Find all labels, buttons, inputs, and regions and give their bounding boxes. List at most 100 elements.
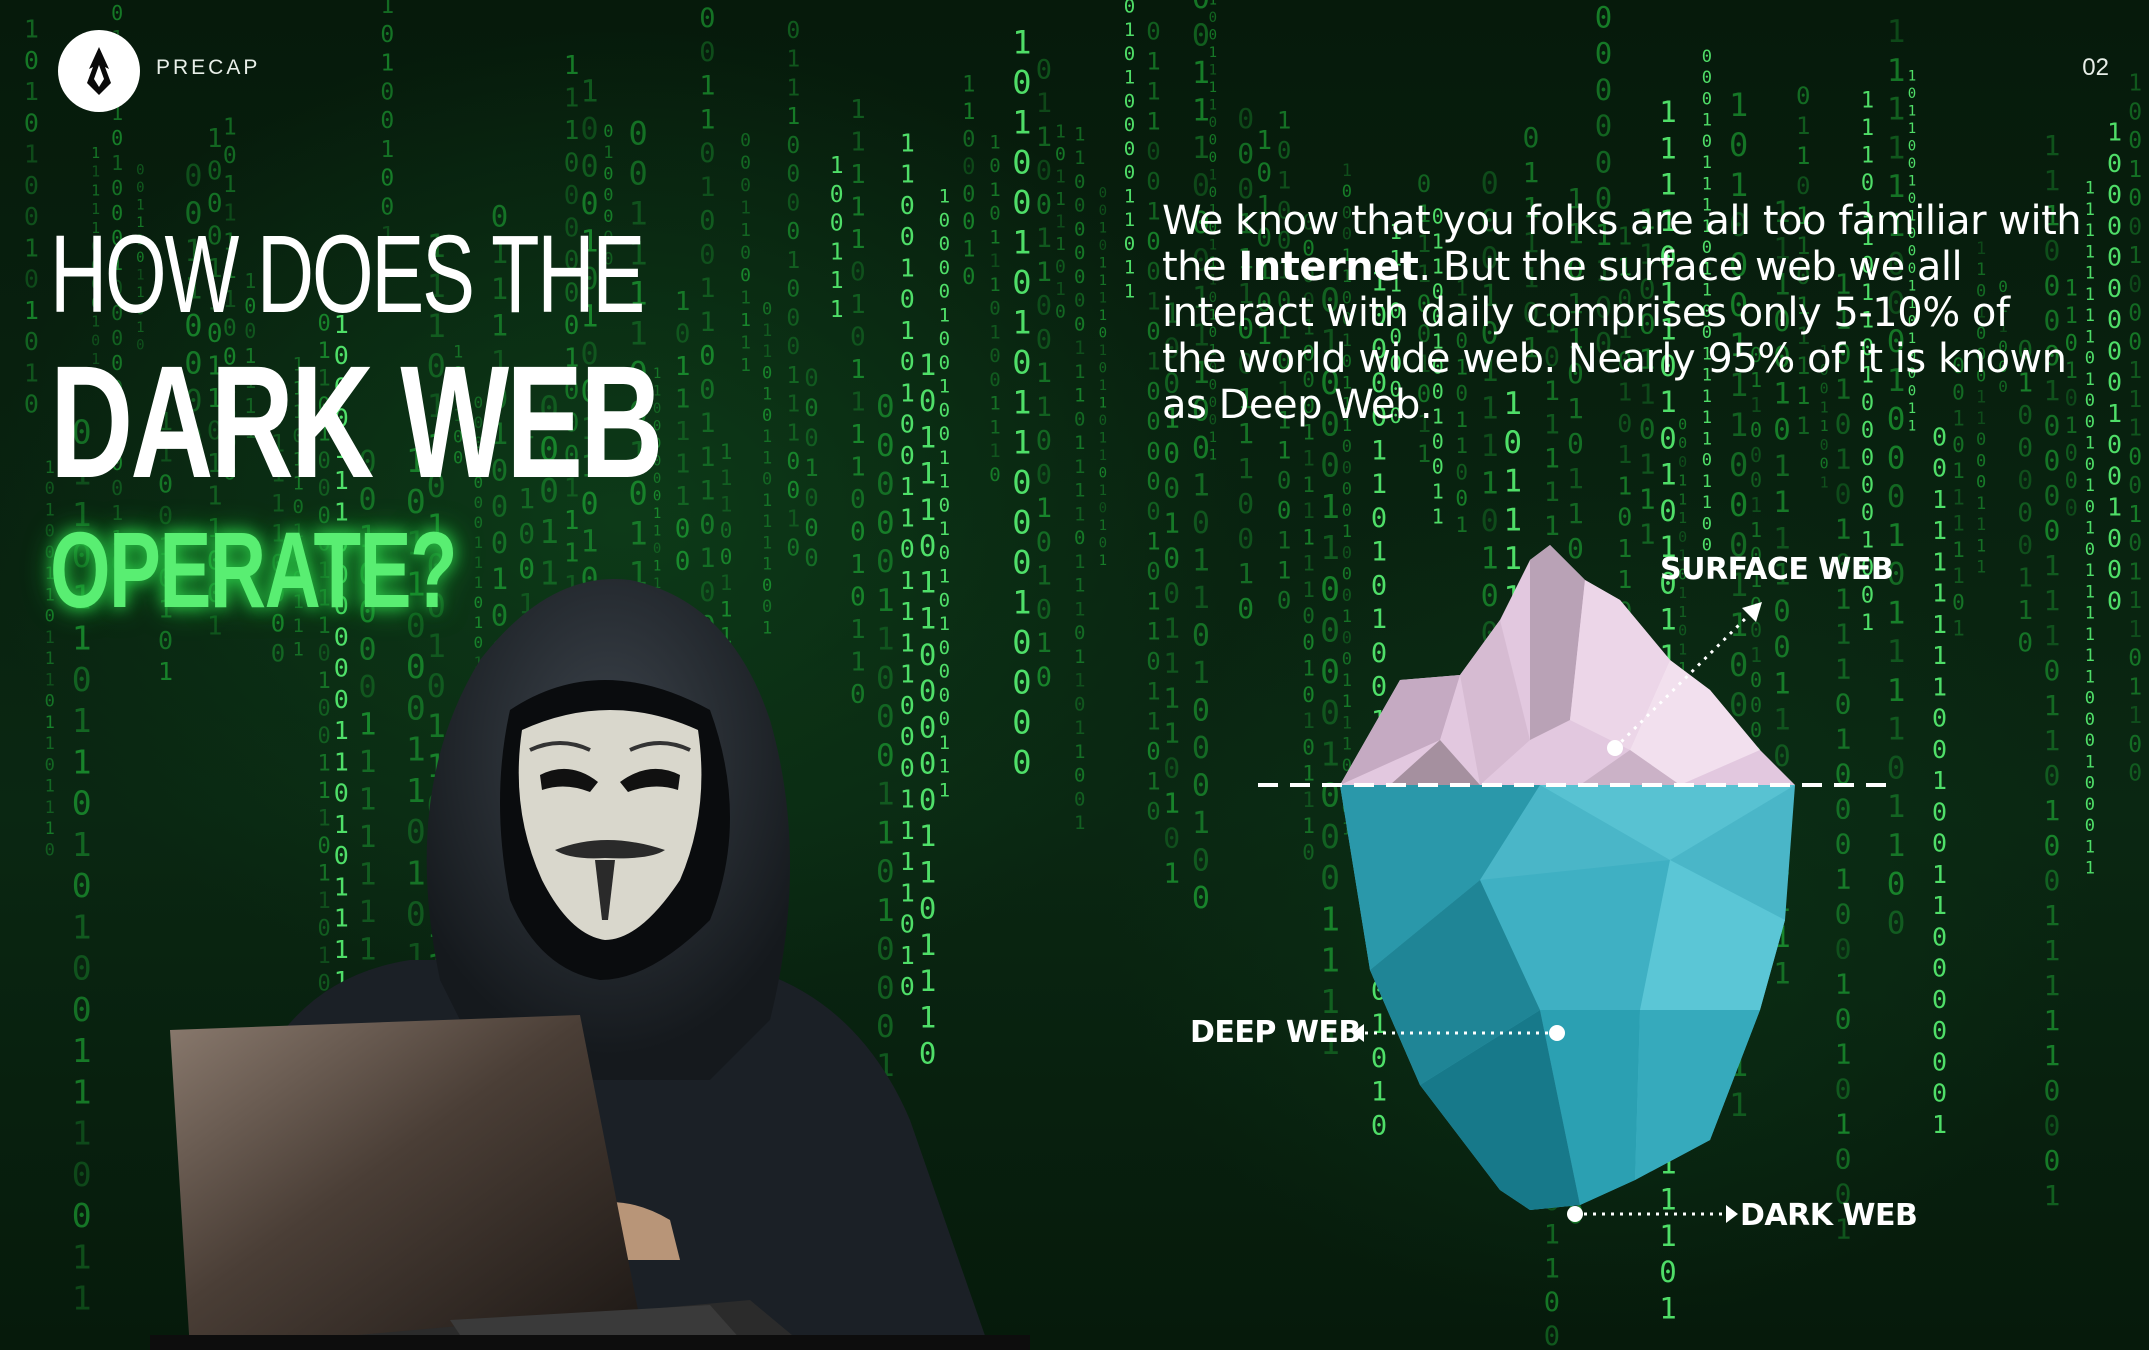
svg-text:0: 0 <box>1432 430 1444 454</box>
svg-text:0: 0 <box>1256 159 1272 189</box>
svg-text:1: 1 <box>1617 440 1632 469</box>
svg-text:1: 1 <box>72 825 92 864</box>
svg-text:1: 1 <box>989 250 1000 272</box>
svg-text:0: 0 <box>1908 156 1916 172</box>
svg-text:1: 1 <box>1099 448 1107 464</box>
svg-text:0: 0 <box>1932 985 1947 1014</box>
svg-text:0: 0 <box>1146 318 1160 346</box>
svg-text:0: 0 <box>900 285 915 314</box>
svg-text:1: 1 <box>900 160 915 189</box>
svg-text:0: 0 <box>1702 89 1712 109</box>
svg-text:1: 1 <box>1146 78 1160 106</box>
svg-text:1: 1 <box>1932 891 1947 920</box>
svg-text:1: 1 <box>1820 473 1829 491</box>
svg-text:1: 1 <box>740 197 751 218</box>
svg-text:1: 1 <box>2107 399 2122 428</box>
svg-text:1: 1 <box>1074 741 1085 763</box>
svg-text:0: 0 <box>1209 28 1217 44</box>
svg-text:0: 0 <box>1163 751 1180 784</box>
svg-text:1: 1 <box>2128 617 2142 643</box>
svg-text:1: 1 <box>24 140 39 169</box>
svg-text:0: 0 <box>2044 864 2061 897</box>
svg-text:0: 0 <box>1544 1287 1560 1318</box>
svg-text:0: 0 <box>2128 214 2142 240</box>
svg-text:0: 0 <box>786 190 800 216</box>
svg-text:0: 0 <box>207 156 223 186</box>
svg-text:0: 0 <box>1012 343 1031 381</box>
svg-text:1: 1 <box>91 163 100 181</box>
svg-text:0: 0 <box>2128 473 2142 499</box>
svg-text:1: 1 <box>2085 561 2095 581</box>
svg-text:0: 0 <box>1932 829 1947 858</box>
svg-text:0: 0 <box>1417 170 1431 198</box>
svg-text:0: 0 <box>1952 433 1965 457</box>
svg-text:1: 1 <box>1074 361 1085 383</box>
svg-text:0: 0 <box>136 163 144 179</box>
svg-text:1: 1 <box>1099 378 1107 394</box>
svg-text:0: 0 <box>72 1196 92 1235</box>
svg-text:0: 0 <box>699 3 715 34</box>
svg-text:0: 0 <box>962 155 975 180</box>
svg-text:1: 1 <box>1036 122 1052 153</box>
svg-text:0: 0 <box>939 352 950 374</box>
brand-logo[interactable] <box>58 30 140 112</box>
svg-text:0: 0 <box>2017 628 2033 658</box>
svg-text:0: 0 <box>2017 531 2033 561</box>
svg-text:1: 1 <box>1209 448 1217 464</box>
svg-text:0: 0 <box>939 257 950 279</box>
svg-text:0: 0 <box>1932 454 1947 483</box>
svg-text:1: 1 <box>2085 859 2095 879</box>
svg-text:1: 1 <box>1209 45 1217 61</box>
svg-text:1: 1 <box>2085 519 2095 539</box>
svg-text:0: 0 <box>1932 704 1947 733</box>
svg-text:0: 0 <box>1074 527 1085 549</box>
svg-text:1: 1 <box>1074 147 1085 169</box>
svg-text:1: 1 <box>1432 480 1444 504</box>
svg-text:0: 0 <box>1012 143 1031 181</box>
svg-text:1: 1 <box>1074 480 1085 502</box>
svg-text:1: 1 <box>1773 449 1790 483</box>
svg-text:1: 1 <box>1124 185 1135 207</box>
svg-text:0: 0 <box>1209 133 1217 149</box>
svg-text:0: 0 <box>1320 446 1340 485</box>
svg-text:0: 0 <box>1277 137 1291 165</box>
svg-text:1: 1 <box>1659 1291 1676 1325</box>
svg-text:1: 1 <box>1639 483 1656 516</box>
svg-text:1: 1 <box>939 518 950 540</box>
svg-text:1: 1 <box>1952 459 1965 483</box>
svg-text:1: 1 <box>1371 469 1387 500</box>
svg-text:1: 1 <box>1256 126 1272 156</box>
svg-text:1: 1 <box>380 0 394 19</box>
svg-text:0: 0 <box>45 692 55 712</box>
svg-text:1: 1 <box>2085 242 2095 262</box>
svg-text:0: 0 <box>2107 586 2122 615</box>
svg-text:1: 1 <box>1678 490 1687 508</box>
svg-text:0: 0 <box>919 529 936 563</box>
svg-text:0: 0 <box>1036 156 1052 187</box>
svg-text:1: 1 <box>1976 558 1986 578</box>
svg-text:1: 1 <box>1277 437 1291 465</box>
svg-text:0: 0 <box>939 328 950 350</box>
svg-text:1: 1 <box>45 734 55 754</box>
svg-text:1: 1 <box>1702 493 1712 513</box>
svg-text:0: 0 <box>1567 427 1584 460</box>
svg-text:0: 0 <box>1074 218 1085 240</box>
svg-text:0: 0 <box>2107 461 2122 490</box>
svg-text:1: 1 <box>850 127 866 157</box>
svg-text:1: 1 <box>1099 483 1107 499</box>
svg-text:1: 1 <box>1036 628 1052 659</box>
svg-text:0: 0 <box>2085 710 2095 730</box>
svg-text:1: 1 <box>1932 485 1947 514</box>
svg-text:1: 1 <box>1099 291 1107 307</box>
svg-text:1: 1 <box>1074 575 1085 597</box>
svg-text:1: 1 <box>2085 179 2095 199</box>
svg-text:0: 0 <box>1237 102 1254 135</box>
svg-text:0: 0 <box>72 866 92 905</box>
svg-text:1: 1 <box>45 649 55 669</box>
svg-text:0: 0 <box>1146 558 1160 586</box>
svg-text:0: 0 <box>900 191 915 220</box>
svg-text:0: 0 <box>1012 63 1031 101</box>
svg-text:1: 1 <box>1124 280 1135 302</box>
svg-text:1: 1 <box>380 51 394 77</box>
svg-text:1: 1 <box>1012 423 1031 461</box>
